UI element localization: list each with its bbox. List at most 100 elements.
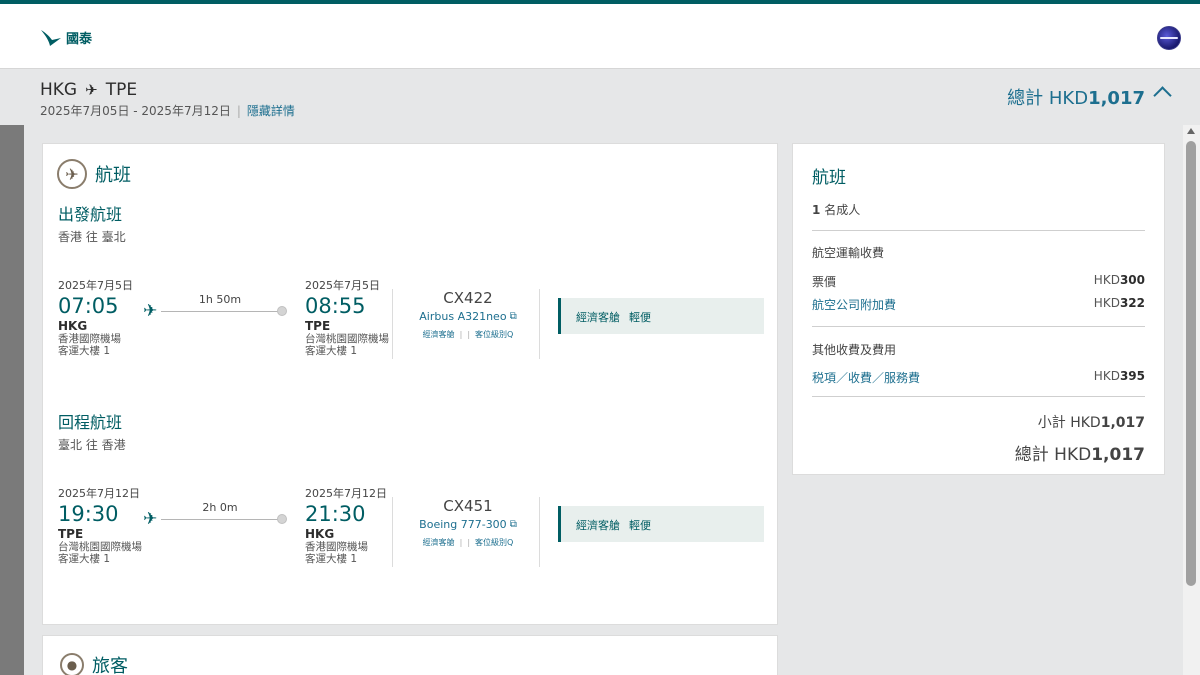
external-window-icon: ⧉ — [509, 519, 517, 530]
scrollbar[interactable] — [1183, 125, 1200, 675]
taxes-value: HKD395 — [1094, 369, 1145, 386]
external-window-icon: ⧉ — [509, 311, 517, 322]
separator: | — [467, 330, 471, 339]
route: HKG ✈ TPE — [40, 80, 137, 100]
cabin-link[interactable]: 經濟客艙 — [423, 329, 455, 340]
outbound-subtitle: 香港 往 臺北 — [58, 230, 126, 244]
arrival-terminal: 客運大樓 1 — [305, 553, 358, 565]
brushwing-icon — [41, 29, 61, 46]
surcharge-value: HKD322 — [1094, 296, 1145, 313]
total-label: 總計 HKD — [1014, 445, 1092, 465]
duration-line — [161, 311, 281, 312]
outbound-title: 出發航班 — [58, 205, 123, 224]
separator: | — [459, 330, 463, 339]
flight-duration: 2h 0m — [202, 501, 238, 514]
trip-summary-bar: HKG ✈ TPE 2025年7月05日 - 2025年7月12日 | 隱藏詳情… — [0, 70, 1200, 125]
departure-code: TPE — [58, 527, 84, 541]
destination-dot — [277, 306, 287, 316]
brand-logo[interactable]: 國泰 — [40, 28, 92, 47]
divider — [392, 497, 393, 567]
aircraft-type: Boeing 777-300 — [419, 518, 507, 531]
departure-airport: 台灣桃園國際機場 — [58, 541, 142, 553]
departure-time: 19:30 — [58, 502, 119, 526]
arrival-code: TPE — [305, 319, 331, 333]
arrival-terminal: 客運大樓 1 — [305, 345, 358, 357]
separator: | — [236, 103, 241, 118]
separator: | — [459, 538, 463, 547]
brand-name: 國泰 — [66, 32, 93, 47]
departure-terminal: 客運大樓 1 — [58, 345, 111, 357]
other-charges-label: 其他收費及費用 — [812, 343, 897, 357]
arrival-date: 2025年7月12日 — [305, 487, 387, 500]
separator: | — [467, 538, 471, 547]
scroll-up-arrow-icon[interactable] — [1187, 128, 1195, 134]
airplane-circle-icon: ✈ — [57, 159, 87, 189]
arrival-time: 08:55 — [305, 294, 366, 318]
booking-class: 客位級別Q — [475, 538, 514, 547]
fare-cabin: 經濟客艙 — [576, 519, 620, 532]
scroll-thumb[interactable] — [1186, 141, 1196, 586]
booking-class: 客位級別Q — [475, 330, 514, 339]
departure-block: 2025年7月12日 19:30 TPE 台灣桃園國際機場 客運大樓 1 — [58, 485, 148, 565]
header-total[interactable]: 總計 HKD1,017 — [1007, 84, 1145, 110]
person-circle-icon: ● — [60, 653, 84, 675]
passenger-count: 1 名成人 — [812, 201, 860, 218]
cabin-link[interactable]: 經濟客艙 — [423, 537, 455, 548]
arrival-date: 2025年7月5日 — [305, 279, 380, 292]
aircraft-link[interactable]: Airbus A321neo ⧉ — [408, 310, 528, 323]
aircraft-type: Airbus A321neo — [419, 310, 507, 323]
taxes-link[interactable]: 税項／收費／服務費 — [812, 369, 920, 386]
fare-family-box[interactable]: 經濟客艙 輕便 — [558, 506, 764, 542]
date-range: 2025年7月05日 - 2025年7月12日 — [40, 104, 231, 118]
aircraft-link[interactable]: Boeing 777-300 ⧉ — [408, 518, 528, 531]
hide-details-link[interactable]: 隱藏詳情 — [247, 102, 295, 119]
outbound-segment: 2025年7月5日 07:05 HKG 香港國際機場 客運大樓 1 ✈ 1h 5… — [58, 277, 764, 377]
passengers-card: ● 旅客 — [42, 635, 778, 675]
header-total-label: 總計 HKD — [1007, 88, 1089, 109]
surcharge-link[interactable]: 航空公司附加費 — [812, 296, 896, 313]
arrival-airport: 台灣桃園國際機場 — [305, 333, 389, 345]
destination-dot — [277, 514, 287, 524]
pax-label: 名成人 — [824, 203, 861, 217]
arrival-block: 2025年7月12日 21:30 HKG 香港國際機場 客運大樓 1 — [305, 485, 395, 565]
departure-date: 2025年7月12日 — [58, 487, 140, 500]
flight-duration: 1h 50m — [198, 293, 242, 306]
departure-block: 2025年7月5日 07:05 HKG 香港國際機場 客運大樓 1 — [58, 277, 148, 357]
left-gutter — [0, 125, 24, 675]
destination-code: TPE — [105, 80, 138, 100]
fare-family-box[interactable]: 經濟客艙 輕便 — [558, 298, 764, 334]
fare-label: 票價 — [812, 275, 837, 289]
surcharge-row: 航空公司附加費 HKD322 — [812, 296, 1145, 313]
chevron-up-icon[interactable] — [1153, 86, 1172, 105]
duration-indicator: ✈ 2h 0m — [143, 501, 293, 531]
origin-code: HKG — [40, 80, 78, 100]
flights-section-header: ✈ 航班 — [57, 159, 131, 189]
divider — [812, 396, 1145, 397]
departure-code: HKG — [58, 319, 88, 333]
return-subtitle: 臺北 往 香港 — [58, 438, 126, 452]
subtotal-label: 小計 HKD — [1037, 415, 1101, 431]
divider — [812, 230, 1145, 231]
subtotal: 小計 HKD1,017 — [1038, 412, 1145, 432]
fare-brand: 輕便 — [629, 519, 651, 532]
flights-section-title: 航班 — [95, 165, 131, 186]
fare-amount: 300 — [1119, 273, 1145, 287]
fare-row: 票價 HKD300 — [812, 273, 1145, 290]
departure-time: 07:05 — [58, 294, 119, 318]
total-amount: 1,017 — [1091, 445, 1145, 465]
flight-number: CX451 — [443, 497, 493, 515]
return-title: 回程航班 — [58, 413, 123, 432]
subtotal-amount: 1,017 — [1100, 415, 1145, 431]
trip-dates: 2025年7月05日 - 2025年7月12日 | 隱藏詳情 — [40, 102, 295, 119]
arrival-time: 21:30 — [305, 502, 366, 526]
flight-number: CX422 — [443, 289, 493, 307]
plane-icon: ✈ — [143, 301, 158, 321]
plane-icon: ✈ — [143, 509, 158, 529]
header-total-amount: 1,017 — [1088, 88, 1145, 109]
air-charges-label: 航空運輸收費 — [812, 246, 885, 260]
globe-icon[interactable] — [1157, 26, 1181, 50]
flights-card: ✈ 航班 出發航班 香港 往 臺北 2025年7月5日 07:05 HKG 香港… — [42, 143, 778, 625]
departure-terminal: 客運大樓 1 — [58, 553, 111, 565]
currency: HKD — [1093, 369, 1120, 383]
divider — [812, 326, 1145, 327]
